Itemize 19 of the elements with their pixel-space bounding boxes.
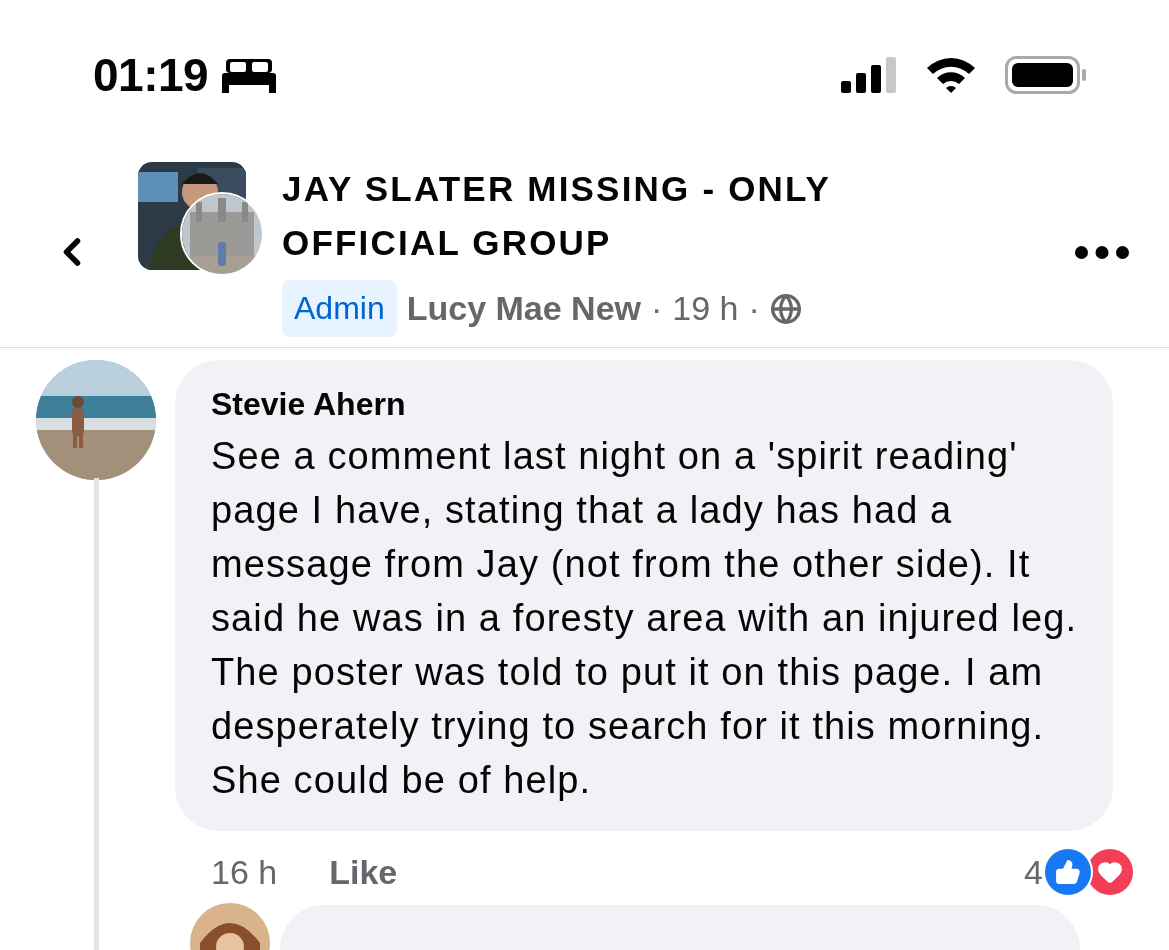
battery-icon: [1005, 56, 1087, 94]
post-time: 19 h: [672, 289, 739, 328]
bed-icon: [222, 57, 277, 93]
comment-text: See a comment last night on a 'spirit reading' page I have, stating that a lady has had a message from Jay (not from the other side). It said he was in a foresty area with an injured leg. The poster was told to put it on this page. I am desperately trying to search for it this morning. She could be of help.: [211, 434, 1079, 803]
status-time: 01:19: [93, 48, 209, 102]
group-name: JAY SLATER MISSING - ONLY OFFICIAL GROUP: [282, 168, 832, 264]
signal-icon: [841, 57, 897, 93]
more-button[interactable]: [1075, 246, 1129, 259]
globe-icon: [769, 292, 802, 325]
like-button[interactable]: Like: [329, 852, 398, 892]
separator: ·: [748, 289, 760, 328]
wifi-icon: [925, 56, 977, 94]
separator: ·: [651, 289, 663, 328]
comment-time: 16 h: [211, 852, 278, 892]
admin-badge: Admin: [282, 280, 397, 337]
more-icon: [1075, 246, 1129, 259]
comment-author[interactable]: Stevie Ahern: [211, 386, 1083, 423]
reaction-count: 4: [1024, 852, 1043, 892]
post-author[interactable]: Lucy Mae New: [406, 289, 641, 328]
